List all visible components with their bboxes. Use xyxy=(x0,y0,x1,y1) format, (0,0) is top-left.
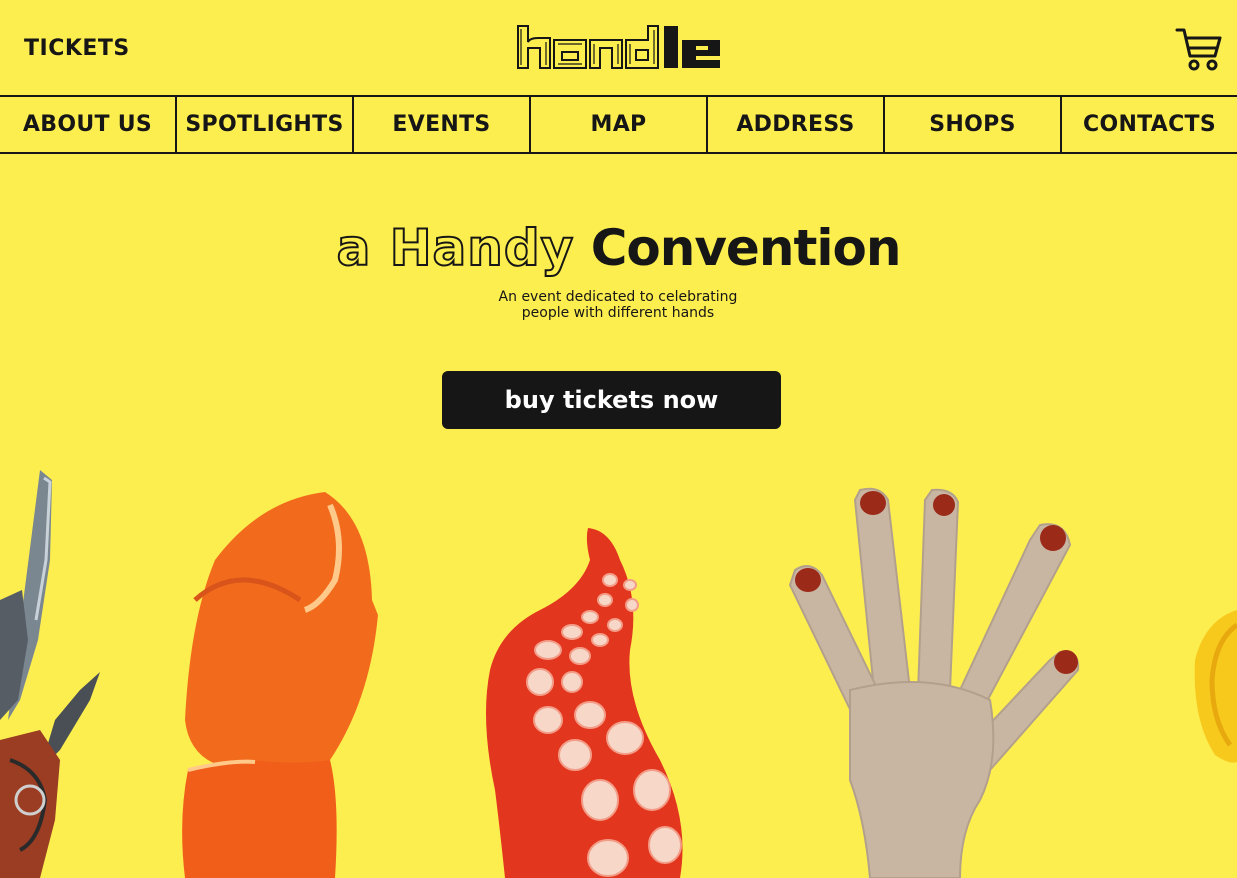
shopping-cart-icon[interactable] xyxy=(1175,26,1223,72)
painted-hand-illustration xyxy=(788,487,1080,878)
nav-item-shops[interactable]: SHOPS xyxy=(885,97,1062,152)
pliers-hand-illustration xyxy=(0,470,100,878)
nav-item-spotlights[interactable]: SPOTLIGHTS xyxy=(177,97,354,152)
hero-title-outline: a Handy xyxy=(336,218,575,278)
hero-title-solid: Convention xyxy=(590,219,902,277)
logo[interactable]: handle xyxy=(516,24,722,70)
nav-item-about-us[interactable]: ABOUT US xyxy=(0,97,177,152)
octopus-tentacle-illustration xyxy=(486,528,683,878)
fingernails xyxy=(795,491,1078,674)
main-nav: ABOUT US SPOTLIGHTS EVENTS MAP ADDRESS S… xyxy=(0,95,1237,154)
nav-item-map[interactable]: MAP xyxy=(531,97,708,152)
yellow-object-illustration xyxy=(1194,610,1237,763)
logo-graphic xyxy=(517,25,720,69)
hero-subtitle-line-1: An event dedicated to celebrating xyxy=(498,289,738,305)
nav-item-address[interactable]: ADDRESS xyxy=(708,97,885,152)
hero-title: a Handy Convention xyxy=(0,218,1237,278)
nav-item-events[interactable]: EVENTS xyxy=(354,97,531,152)
lobster-claw-illustration xyxy=(182,492,378,878)
tickets-link[interactable]: TICKETS xyxy=(24,36,130,61)
top-bar: TICKETS handle xyxy=(0,0,1237,96)
hero-subtitle: An event dedicated to celebrating people… xyxy=(418,289,818,321)
hero-subtitle-line-2: people with different hands xyxy=(521,305,715,321)
buy-tickets-button[interactable]: buy tickets now xyxy=(442,371,781,429)
nav-item-contacts[interactable]: CONTACTS xyxy=(1062,97,1237,152)
